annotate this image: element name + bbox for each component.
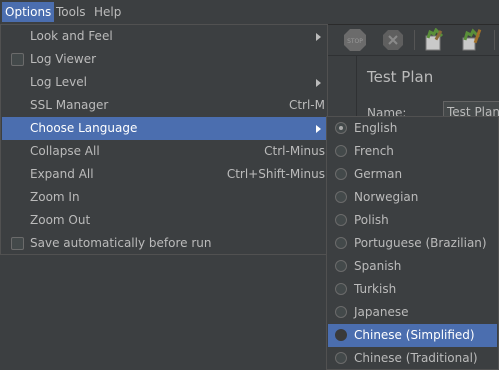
radio-icon	[335, 329, 347, 341]
menu-item-label: Save automatically before run	[30, 236, 212, 250]
menu-options[interactable]: Options	[2, 2, 55, 22]
menu-item-look-and-feel[interactable]: Look and Feel	[2, 25, 327, 48]
page-title: Test Plan	[367, 68, 434, 86]
language-option-japanese[interactable]: Japanese	[328, 301, 497, 324]
menu-item-label: Choose Language	[30, 121, 138, 135]
radio-icon	[335, 145, 347, 157]
language-option-portuguese-brazilian[interactable]: Portuguese (Brazilian)	[328, 232, 497, 255]
language-label: Polish	[354, 213, 389, 227]
radio-icon	[335, 168, 347, 180]
menu-item-log-viewer[interactable]: Log Viewer	[2, 48, 327, 71]
radio-icon	[335, 237, 347, 249]
language-label: French	[354, 144, 394, 158]
menu-item-choose-language[interactable]: Choose Language	[2, 117, 327, 140]
clear-icon[interactable]	[421, 28, 447, 52]
language-label: English	[354, 121, 398, 135]
language-label: Portuguese (Brazilian)	[354, 236, 487, 250]
language-option-english[interactable]: English	[328, 117, 497, 140]
menu-tools[interactable]: Tools	[53, 2, 89, 22]
radio-checked-icon	[335, 122, 347, 134]
language-label: Chinese (Simplified)	[354, 328, 475, 342]
language-option-german[interactable]: German	[328, 163, 497, 186]
radio-icon	[335, 191, 347, 203]
menubar: Options Tools Help	[0, 0, 499, 25]
menu-item-expand-all[interactable]: Expand All Ctrl+Shift-Minus	[2, 163, 327, 186]
language-option-turkish[interactable]: Turkish	[328, 278, 497, 301]
language-label: Chinese (Traditional)	[354, 351, 478, 365]
menu-item-save-automatically[interactable]: Save automatically before run	[2, 232, 327, 255]
language-submenu: English French German Norwegian Polish P…	[326, 116, 499, 370]
checkbox-icon[interactable]	[11, 53, 24, 66]
menu-item-label: Zoom Out	[30, 213, 91, 227]
language-option-french[interactable]: French	[328, 140, 497, 163]
menu-item-label: Log Level	[30, 75, 87, 89]
submenu-arrow-icon	[316, 33, 321, 41]
menu-item-shortcut: Ctrl-Minus	[264, 144, 325, 158]
stop-icon-text: STOP	[347, 38, 363, 45]
menu-item-log-level[interactable]: Log Level	[2, 71, 327, 94]
menu-item-label: Collapse All	[30, 144, 100, 158]
menu-item-label: SSL Manager	[30, 98, 109, 112]
language-label: German	[354, 167, 403, 181]
language-option-norwegian[interactable]: Norwegian	[328, 186, 497, 209]
radio-icon	[335, 352, 347, 364]
language-option-chinese-traditional[interactable]: Chinese (Traditional)	[328, 347, 497, 370]
radio-icon	[335, 306, 347, 318]
submenu-arrow-icon	[316, 79, 321, 87]
language-option-polish[interactable]: Polish	[328, 209, 497, 232]
checkbox-icon[interactable]	[11, 237, 24, 250]
shutdown-icon[interactable]	[380, 28, 406, 52]
language-label: Spanish	[354, 259, 402, 273]
language-option-spanish[interactable]: Spanish	[328, 255, 497, 278]
menu-item-zoom-in[interactable]: Zoom In	[2, 186, 327, 209]
options-menu: Look and Feel Log Viewer Log Level SSL M…	[0, 24, 328, 255]
stop-icon[interactable]: STOP	[342, 28, 368, 52]
menu-item-collapse-all[interactable]: Collapse All Ctrl-Minus	[2, 140, 327, 163]
menu-item-zoom-out[interactable]: Zoom Out	[2, 209, 327, 232]
submenu-arrow-icon	[316, 125, 321, 133]
radio-icon	[335, 283, 347, 295]
language-label: Norwegian	[354, 190, 419, 204]
menu-item-shortcut: Ctrl-M	[288, 98, 325, 112]
menu-item-shortcut: Ctrl+Shift-Minus	[226, 167, 325, 181]
toolbar: STOP	[328, 25, 499, 56]
clear-all-icon[interactable]	[459, 28, 485, 52]
menu-item-label: Expand All	[30, 167, 94, 181]
menu-item-label: Zoom In	[30, 190, 80, 204]
radio-icon	[335, 214, 347, 226]
language-label: Japanese	[354, 305, 409, 319]
menu-item-ssl-manager[interactable]: SSL Manager Ctrl-M	[2, 94, 327, 117]
language-option-chinese-simplified[interactable]: Chinese (Simplified)	[328, 324, 497, 347]
menu-item-label: Look and Feel	[30, 29, 113, 43]
radio-icon	[335, 260, 347, 272]
menu-help[interactable]: Help	[91, 2, 124, 22]
menu-item-label: Log Viewer	[30, 52, 97, 66]
language-label: Turkish	[354, 282, 397, 296]
